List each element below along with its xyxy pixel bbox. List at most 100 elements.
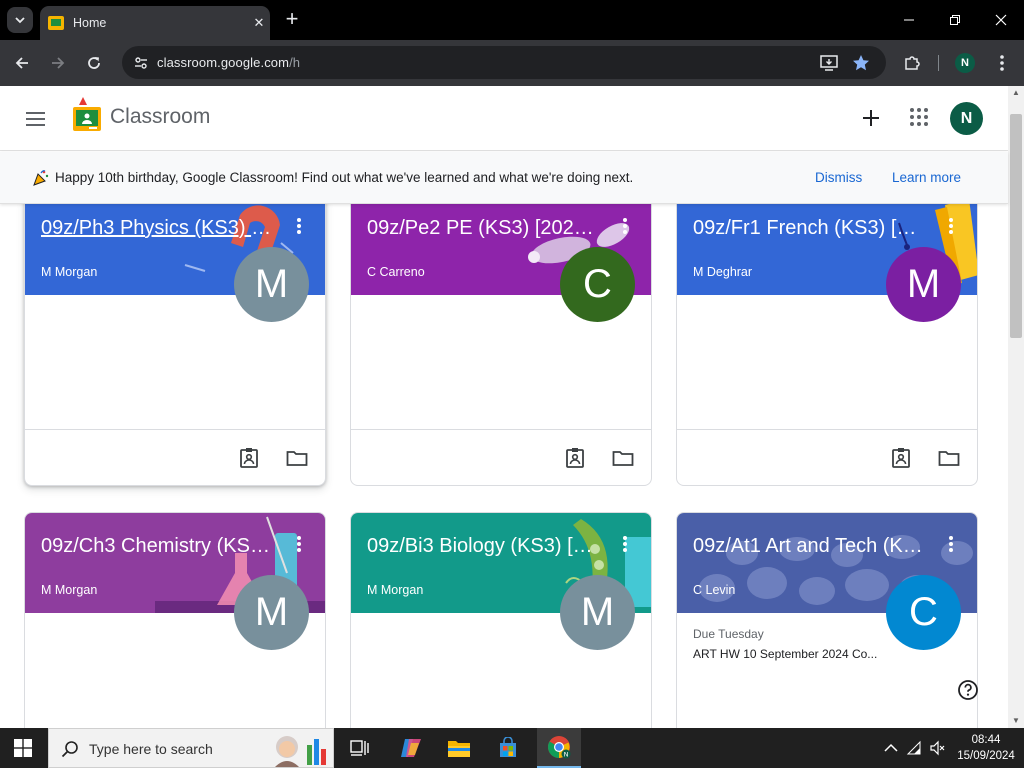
app-title[interactable]: Classroom <box>110 105 210 129</box>
browser-toolbar: classroom.google.com/h N <box>0 40 1024 86</box>
class-title-link[interactable]: 09z/Fr1 French (KS3) [2024-25] <box>693 217 925 240</box>
due-label: Due Tuesday <box>693 627 764 641</box>
network-icon[interactable] <box>906 740 922 756</box>
extensions-button[interactable] <box>898 49 926 77</box>
class-card-biology[interactable]: 09z/Bi3 Biology (KS3) [2024-25] M Morgan… <box>350 512 652 728</box>
your-work-icon[interactable] <box>563 446 587 470</box>
classroom-favicon-icon <box>48 16 64 30</box>
minimize-button[interactable] <box>886 0 932 40</box>
class-title-link[interactable]: 09z/At1 Art and Tech (KS3) [2024-25] <box>693 535 925 558</box>
teacher-name: C Levin <box>693 583 736 597</box>
drive-folder-icon[interactable] <box>611 446 635 470</box>
windows-taskbar: Type here to search N 08:44 15/09/2024 <box>0 728 1024 768</box>
teacher-avatar: C <box>560 247 635 322</box>
arrow-right-icon <box>52 57 65 69</box>
volume-muted-icon[interactable] <box>930 740 946 756</box>
windows-start-button[interactable] <box>14 739 32 757</box>
party-popper-icon <box>32 169 50 187</box>
taskbar-search-box[interactable]: Type here to search <box>48 728 334 768</box>
class-title-link[interactable]: 09z/Ph3 Physics (KS3) [2024-25] <box>41 217 273 240</box>
puzzle-icon <box>905 56 920 70</box>
card-options-button[interactable] <box>291 215 307 237</box>
scroll-up-arrow[interactable]: ▲ <box>1011 88 1021 98</box>
class-card-chemistry[interactable]: 09z/Ch3 Chemistry (KS3) [2024-25] M Morg… <box>24 512 326 728</box>
scroll-down-arrow[interactable]: ▼ <box>1011 716 1021 726</box>
teacher-name: C Carreno <box>367 265 425 279</box>
plus-icon <box>863 110 879 126</box>
chrome-taskbar-button[interactable]: N <box>537 728 581 768</box>
teacher-name: M Morgan <box>41 265 98 279</box>
install-app-icon[interactable] <box>819 53 839 78</box>
teacher-avatar: M <box>234 575 309 650</box>
help-button[interactable] <box>957 679 979 701</box>
back-button[interactable] <box>8 49 36 77</box>
windows-logo-icon <box>14 739 32 757</box>
your-work-icon[interactable] <box>889 446 913 470</box>
card-footer <box>677 429 977 485</box>
tab-search-button[interactable] <box>7 7 33 33</box>
banner-message: Happy 10th birthday, Google Classroom! F… <box>55 170 634 185</box>
scrollbar-thumb[interactable] <box>1010 114 1022 338</box>
hamburger-menu-icon <box>26 112 45 126</box>
class-card-art-tech[interactable]: 09z/At1 Art and Tech (KS3) [2024-25] C L… <box>676 512 978 728</box>
card-options-button[interactable] <box>617 533 633 555</box>
taskbar-clock[interactable]: 08:44 15/09/2024 <box>950 732 1022 764</box>
due-assignment-link[interactable]: ART HW 10 September 2024 Co... <box>693 647 893 661</box>
search-highlight-illustration-icon <box>275 736 326 767</box>
classroom-header: Classroom N <box>0 86 1008 151</box>
main-menu-button[interactable] <box>22 106 50 132</box>
class-title-link[interactable]: 09z/Pe2 PE (KS3) [2024-25] <box>367 217 599 240</box>
minimize-icon <box>904 19 914 21</box>
chevron-up-icon[interactable] <box>884 743 898 753</box>
teacher-avatar: C <box>886 575 961 650</box>
task-view-button[interactable] <box>345 733 375 763</box>
teacher-avatar: M <box>560 575 635 650</box>
file-explorer-button[interactable] <box>444 733 474 763</box>
folder-icon <box>448 741 470 757</box>
copilot-icon <box>401 739 421 757</box>
class-card-french[interactable]: 09z/Fr1 French (KS3) [2024-25] M Deghrar… <box>676 204 978 486</box>
your-work-icon[interactable] <box>237 446 261 470</box>
teacher-avatar: M <box>886 247 961 322</box>
new-tab-button[interactable]: + <box>280 8 304 32</box>
close-window-button[interactable] <box>978 0 1024 40</box>
page-scrollbar[interactable]: ▲ ▼ <box>1008 86 1024 728</box>
microsoft-store-button[interactable] <box>493 733 523 763</box>
chevron-down-icon <box>15 17 25 24</box>
card-options-button[interactable] <box>943 215 959 237</box>
restore-button[interactable] <box>932 0 978 40</box>
chrome-icon: N <box>548 736 571 759</box>
url-text: classroom.google.com/h <box>157 55 301 70</box>
tab-title: Home <box>73 16 107 30</box>
class-card-physics[interactable]: 09z/Ph3 Physics (KS3) [2024-25] M Morgan… <box>24 204 326 486</box>
drive-folder-icon[interactable] <box>285 446 309 470</box>
search-icon <box>61 741 78 758</box>
drive-folder-icon[interactable] <box>937 446 961 470</box>
browser-profile-avatar[interactable]: N <box>955 53 975 73</box>
account-avatar[interactable]: N <box>950 102 983 135</box>
birthday-banner: Happy 10th birthday, Google Classroom! F… <box>0 152 1008 204</box>
bookmark-star-icon[interactable] <box>851 53 871 78</box>
learn-more-link[interactable]: Learn more <box>892 170 961 185</box>
tab-close-icon[interactable]: ✕ <box>248 15 270 31</box>
reload-button[interactable] <box>80 49 108 77</box>
clock-date: 15/09/2024 <box>957 750 1015 762</box>
address-bar[interactable]: classroom.google.com/h <box>122 46 886 79</box>
copilot-button[interactable] <box>396 733 426 763</box>
class-title-link[interactable]: 09z/Bi3 Biology (KS3) [2024-25] <box>367 535 599 558</box>
create-join-class-button[interactable] <box>857 104 885 132</box>
dismiss-button[interactable]: Dismiss <box>815 170 862 185</box>
card-options-button[interactable] <box>943 533 959 555</box>
forward-button[interactable] <box>44 49 72 77</box>
browser-menu-button[interactable] <box>988 49 1016 77</box>
arrow-left-icon <box>15 57 28 69</box>
browser-tab-home[interactable]: Home ✕ <box>40 6 270 40</box>
close-icon <box>995 14 1007 26</box>
card-options-button[interactable] <box>617 215 633 237</box>
class-title-link[interactable]: 09z/Ch3 Chemistry (KS3) [2024-25] <box>41 535 273 558</box>
site-info-icon[interactable] <box>130 52 152 74</box>
google-apps-button[interactable] <box>906 104 932 130</box>
class-card-pe[interactable]: 09z/Pe2 PE (KS3) [2024-25] C Carreno C <box>350 204 652 486</box>
card-options-button[interactable] <box>291 533 307 555</box>
more-vert-icon <box>1000 55 1004 71</box>
